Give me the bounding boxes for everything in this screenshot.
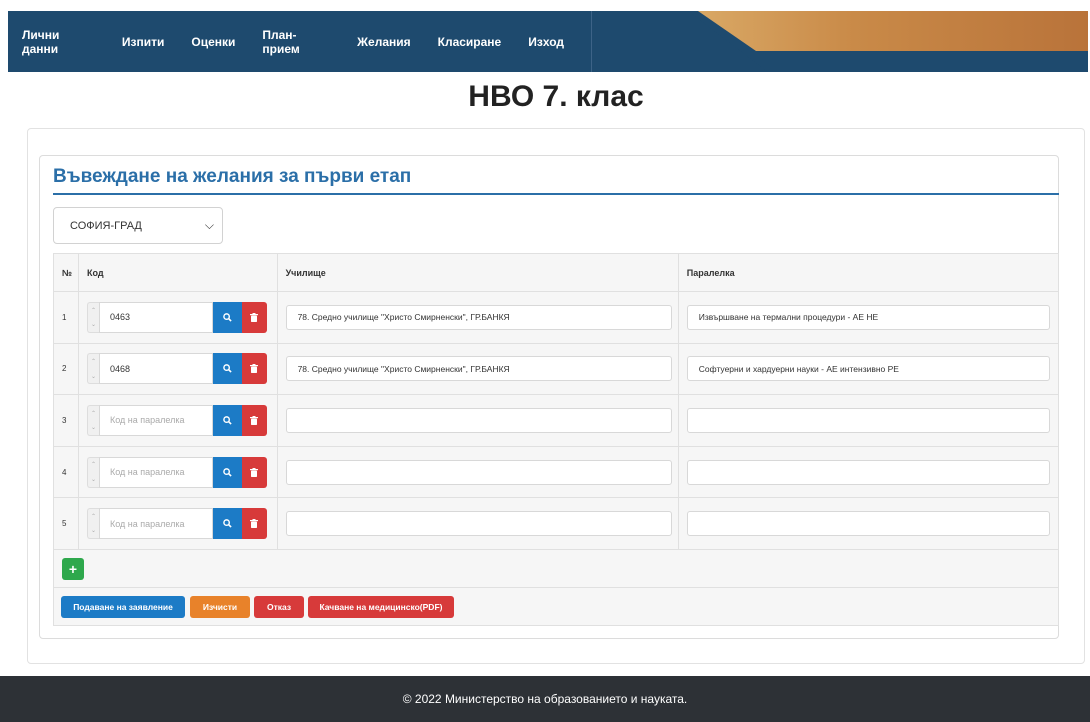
class-cell — [679, 395, 1058, 446]
header-number: № — [54, 254, 79, 291]
delete-button[interactable] — [241, 508, 267, 540]
class-field[interactable] — [686, 407, 1050, 433]
search-icon — [223, 467, 232, 477]
school-field[interactable]: 78. Средно училище "Христо Смирненски", … — [285, 304, 672, 330]
trash-icon — [250, 364, 259, 374]
search-icon — [223, 312, 232, 322]
region-select[interactable]: СОФИЯ-ГРАД ⌵ — [53, 207, 223, 244]
trash-icon — [250, 467, 259, 477]
search-button[interactable] — [212, 508, 242, 540]
delete-button[interactable] — [241, 301, 267, 333]
code-cell: ⌃ ⌄ 0463 — [79, 292, 278, 343]
search-button[interactable] — [212, 404, 242, 436]
wishes-table: № Код Училище Паралелка 1 ⌃ ⌄ 0463 78. Ср… — [53, 253, 1059, 550]
nav-item-grades[interactable]: Оценки — [191, 35, 235, 49]
header-school: Училище — [278, 254, 679, 291]
page-title: НВО 7. клас — [468, 80, 644, 113]
code-spinner[interactable]: ⌃ ⌄ — [86, 456, 99, 488]
row-number: 4 — [54, 446, 79, 498]
nav-background: Лични данни Изпити Оценки План-прием Жел… — [8, 11, 768, 72]
footer-copyright: © 2022 Министерство на образованието и н… — [402, 692, 688, 706]
class-field[interactable]: Извършване на термални процедури - АЕ НЕ — [686, 304, 1050, 330]
search-icon — [223, 364, 232, 374]
code-input[interactable]: Код на паралелка — [98, 404, 213, 436]
trash-icon — [250, 312, 259, 322]
search-button[interactable] — [212, 456, 242, 488]
school-cell — [278, 395, 679, 446]
code-cell: ⌃ ⌄ Код на паралелка — [79, 498, 278, 549]
code-cell: ⌃ ⌄ Код на паралелка — [79, 446, 278, 498]
nav-item-wishes[interactable]: Желания — [357, 35, 410, 49]
school-cell — [278, 498, 679, 549]
table-header: № Код Училище Паралелка — [53, 253, 1059, 292]
table-row: 5 ⌃ ⌄ Код на паралелка — [53, 498, 1059, 550]
row-number: 1 — [54, 292, 79, 343]
delete-button[interactable] — [241, 404, 267, 436]
class-cell: Извършване на термални процедури - АЕ НЕ — [679, 292, 1058, 343]
school-field[interactable] — [285, 459, 672, 485]
upload-medical-button[interactable]: Качване на медицинско(PDF) — [308, 596, 454, 618]
row-number: 3 — [54, 395, 79, 446]
row-number: 5 — [54, 498, 79, 549]
class-field[interactable]: Софтуерни и хардуерни науки - АЕ интензи… — [686, 356, 1050, 382]
table-row: 1 ⌃ ⌄ 0463 78. Средно училище "Христо Сми… — [53, 292, 1059, 344]
header-class: Паралелка — [686, 267, 735, 278]
trash-icon — [250, 519, 259, 529]
code-cell: ⌃ ⌄ Код на паралелка — [79, 395, 278, 446]
nav-item-logout[interactable]: Изход — [528, 35, 564, 49]
table-row: 3 ⌃ ⌄ Код на паралелка — [53, 395, 1059, 447]
search-icon — [223, 519, 232, 528]
cancel-button[interactable]: Отказ — [254, 596, 304, 618]
code-input[interactable]: 0468 — [98, 353, 213, 385]
class-cell: Софтуерни и хардуерни науки - АЕ интензи… — [679, 344, 1058, 395]
code-spinner[interactable]: ⌃ ⌄ — [86, 301, 99, 333]
trash-icon — [250, 415, 259, 425]
school-cell: 78. Средно училище "Христо Смирненски", … — [278, 343, 679, 395]
class-field[interactable] — [686, 459, 1050, 485]
section-divider — [53, 193, 1059, 195]
school-field[interactable]: 78. Средно училище "Христо Смирненски", … — [285, 356, 672, 382]
search-button[interactable] — [212, 353, 242, 385]
code-input[interactable]: 0463 — [98, 301, 213, 333]
section-title: Въвеждане на желания за първи етап — [53, 166, 412, 187]
header-decoration — [698, 11, 1088, 51]
table-row: 2 ⌃ ⌄ 0468 78. Средно училище "Христо Сми… — [53, 343, 1059, 396]
chevron-down-icon: ⌵ — [204, 218, 214, 232]
code-input[interactable]: Код на паралелка — [98, 508, 213, 540]
plus-icon: + — [68, 561, 78, 577]
code-input[interactable]: Код на паралелка — [98, 456, 213, 488]
table-row: 4 ⌃ ⌄ Код на паралелка — [53, 446, 1059, 499]
class-cell — [679, 447, 1058, 498]
row-number: 2 — [54, 343, 79, 395]
region-select-value: СОФИЯ-ГРАД — [70, 219, 142, 232]
school-cell — [278, 446, 679, 498]
delete-button[interactable] — [241, 456, 267, 488]
main-menu: Лични данни Изпити Оценки План-прием Жел… — [22, 11, 592, 72]
add-row-bar — [53, 550, 1059, 588]
class-cell — [679, 498, 1058, 549]
nav-item-exams[interactable]: Изпити — [122, 35, 164, 49]
delete-button[interactable] — [241, 353, 267, 385]
submit-application-button[interactable]: Подаване на заявление — [61, 596, 185, 618]
search-icon — [223, 416, 232, 425]
code-cell: ⌃ ⌄ 0468 — [79, 343, 278, 395]
school-field[interactable] — [285, 511, 672, 537]
school-field[interactable] — [285, 407, 672, 433]
code-spinner[interactable]: ⌃ ⌄ — [86, 404, 99, 436]
top-navbar: Лични данни Изпити Оценки План-прием Жел… — [8, 11, 1088, 72]
footer: © 2022 Министерство на образованието и н… — [0, 676, 1090, 722]
class-field[interactable] — [686, 511, 1050, 537]
code-spinner[interactable]: ⌃ ⌄ — [86, 508, 99, 540]
code-spinner[interactable]: ⌃ ⌄ — [86, 353, 99, 385]
nav-item-personal-data[interactable]: Лични данни — [22, 28, 95, 56]
search-button[interactable] — [212, 301, 242, 333]
school-cell: 78. Средно училище "Христо Смирненски", … — [278, 292, 679, 343]
nav-item-ranking[interactable]: Класиране — [438, 35, 502, 49]
nav-item-admission-plan[interactable]: План-прием — [262, 28, 330, 56]
header-code: Код — [79, 254, 278, 291]
add-row-button[interactable]: + — [62, 558, 84, 580]
clear-button[interactable]: Изчисти — [190, 596, 250, 618]
